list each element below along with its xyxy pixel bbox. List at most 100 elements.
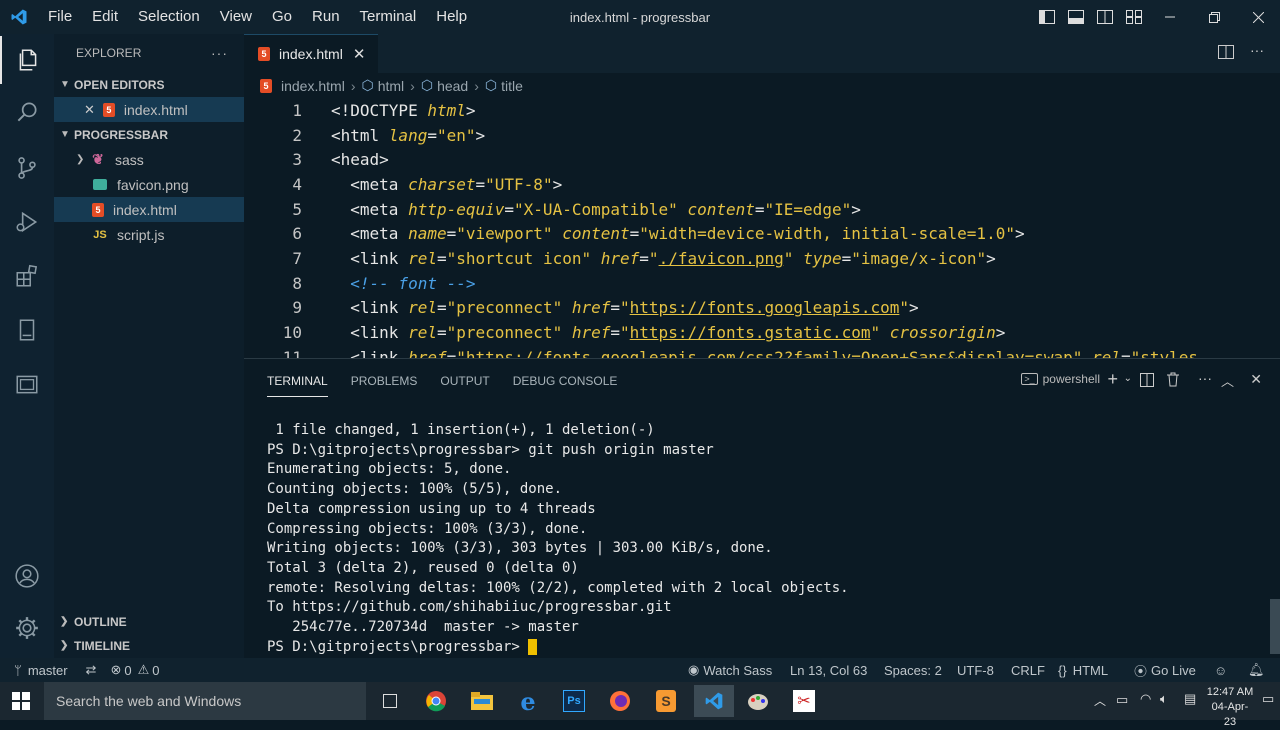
activity-bar [0,34,54,658]
settings-gear-icon[interactable] [0,604,54,652]
title-bar: File Edit Selection View Go Run Terminal… [0,0,1280,34]
split-editor-icon[interactable] [1218,45,1234,59]
toggle-panel-icon[interactable] [1061,0,1090,34]
run-debug-icon[interactable] [0,198,54,246]
windows-start-icon[interactable] [12,692,30,710]
breadcrumb-item[interactable]: title [501,78,523,94]
snipping-tool-icon[interactable]: ✂ [788,685,820,717]
restore-button[interactable] [1192,0,1236,34]
keyboard-icon[interactable]: ▤ [1184,691,1196,707]
tab-debug-console[interactable]: DEBUG CONSOLE [513,366,618,396]
more-actions-icon[interactable]: ··· [211,45,228,61]
explorer-sidebar: EXPLORER ··· ▼ OPEN EDITORS ✕ 5 index.htm… [54,34,244,658]
search-icon[interactable] [0,88,54,136]
menu-selection[interactable]: Selection [128,0,210,34]
menu-run[interactable]: Run [302,0,350,34]
tab-terminal[interactable]: TERMINAL [267,366,328,397]
menu-terminal[interactable]: Terminal [350,0,427,34]
maximize-panel-chevron-up-icon[interactable]: ︿ [1221,371,1234,390]
file-explorer-icon[interactable] [466,685,498,717]
tree-item-file[interactable]: 5 index.html [54,197,244,222]
tab-index-html[interactable]: 5 index.html ✕ [244,34,378,73]
remote-explorer-icon[interactable] [0,360,54,408]
code-line: 6 <meta name="viewport" content="width=d… [292,224,1025,244]
open-editors-section[interactable]: ▼ OPEN EDITORS [54,72,244,97]
menu-go[interactable]: Go [262,0,302,34]
cursor-position[interactable]: Ln 13, Col 63 [790,663,867,678]
paint-icon[interactable] [742,685,774,717]
tree-item-file[interactable]: JS script.js [54,222,244,247]
window-title: index.html - progressbar [569,10,711,25]
vscode-taskbar-icon[interactable] [694,685,734,717]
language-mode[interactable]: {} HTML [1058,663,1108,678]
close-icon[interactable]: ✕ [84,102,95,118]
close-tab-icon[interactable]: ✕ [353,45,366,63]
taskbar-search-input[interactable]: Search the web and Windows [44,682,366,720]
sublime-text-icon[interactable]: S [650,685,682,717]
notifications-bell-icon[interactable]: 🔔︎ [1248,662,1265,678]
action-center-icon[interactable]: ▭ [1262,691,1274,707]
open-editor-item[interactable]: ✕ 5 index.html [54,97,244,122]
source-control-icon[interactable] [0,144,54,192]
outline-section[interactable]: ❯ OUTLINE [54,609,127,634]
terminal-output[interactable]: 1 file changed, 1 insertion(+), 1 deleti… [267,421,849,657]
new-terminal-plus-icon[interactable]: + [1107,369,1118,390]
task-view-icon[interactable] [374,685,406,717]
tab-output[interactable]: OUTPUT [440,366,489,396]
edge-icon[interactable]: e [512,685,544,717]
firefox-icon[interactable] [604,685,636,717]
code-line: 5 <meta http-equiv="X-UA-Compatible" con… [292,199,861,219]
chrome-icon[interactable] [420,685,452,717]
terminal-shell-selector[interactable]: >_ powershell [1021,372,1100,386]
close-panel-icon[interactable]: ✕ [1250,371,1262,388]
battery-icon[interactable]: ▭ [1116,692,1128,708]
editor-more-actions-icon[interactable]: ··· [1250,42,1264,58]
tree-item-file[interactable]: favicon.png [54,172,244,197]
toggle-secondary-sidebar-icon[interactable] [1090,0,1119,34]
customize-layout-icon[interactable] [1119,0,1148,34]
clock[interactable]: 12:47 AM 04-Apr-23 [1206,685,1254,730]
volume-icon[interactable]: 🔈︎ [1160,691,1168,707]
tab-problems[interactable]: PROBLEMS [351,366,418,396]
show-hidden-icons-chevron-up-icon[interactable]: ︿ [1094,692,1106,709]
breadcrumb-item[interactable]: html [378,78,404,94]
encoding[interactable]: UTF-8 [957,663,994,678]
bookmark-icon[interactable] [0,306,54,354]
go-live-button[interactable]: ⦿ Go Live [1134,661,1196,680]
more-actions-icon[interactable]: ··· [1198,370,1212,386]
minimize-button[interactable] [1148,0,1192,34]
warning-icon: ⚠ [137,662,150,677]
breadcrumb-item[interactable]: index.html [281,78,345,94]
problems-indicator[interactable]: ⊗ 0 ⚠ 0 [110,662,159,678]
split-terminal-icon[interactable] [1140,373,1154,387]
menu-help[interactable]: Help [426,0,477,34]
breadcrumb-item[interactable]: head [437,78,468,94]
terminal-line: 254c77e..720734d master -> master [267,619,579,636]
menu-file[interactable]: File [38,0,82,34]
chevron-down-icon: ▼ [60,79,70,90]
indentation[interactable]: Spaces: 2 [884,663,942,678]
extensions-icon[interactable] [0,252,54,300]
timeline-section[interactable]: ❯ TIMELINE [54,633,130,658]
menu-view[interactable]: View [210,0,262,34]
branch-indicator[interactable]: ᛘ master [14,663,68,678]
photoshop-icon[interactable]: Ps [558,685,590,717]
chevron-down-icon[interactable]: ⌄ [1124,373,1132,384]
wifi-icon[interactable]: ◠ [1140,691,1151,707]
explorer-icon[interactable] [0,36,54,84]
terminal-scrollbar[interactable] [1270,599,1280,654]
sync-icon[interactable]: ⇄ [86,662,97,678]
project-folder-section[interactable]: ▼ PROGRESSBAR [54,122,244,147]
element-tag-icon: ⬡ [420,77,434,93]
account-icon[interactable] [0,552,54,600]
feedback-icon[interactable]: ☺ [1214,663,1227,678]
trash-icon[interactable] [1166,372,1180,387]
tree-item-folder[interactable]: ❯ ❦ sass [54,147,244,172]
code-editor[interactable]: 1 <!DOCTYPE html> 2 <html lang="en"> 3 <hea… [244,98,1280,358]
watch-sass-button[interactable]: ◉ Watch Sass [688,662,772,678]
menu-edit[interactable]: Edit [82,0,128,34]
toggle-primary-sidebar-icon[interactable] [1032,0,1061,34]
code-line: 10 <link rel="preconnect" href="https://… [282,323,1006,343]
line-ending[interactable]: CRLF [1011,663,1045,678]
close-window-button[interactable] [1236,0,1280,34]
